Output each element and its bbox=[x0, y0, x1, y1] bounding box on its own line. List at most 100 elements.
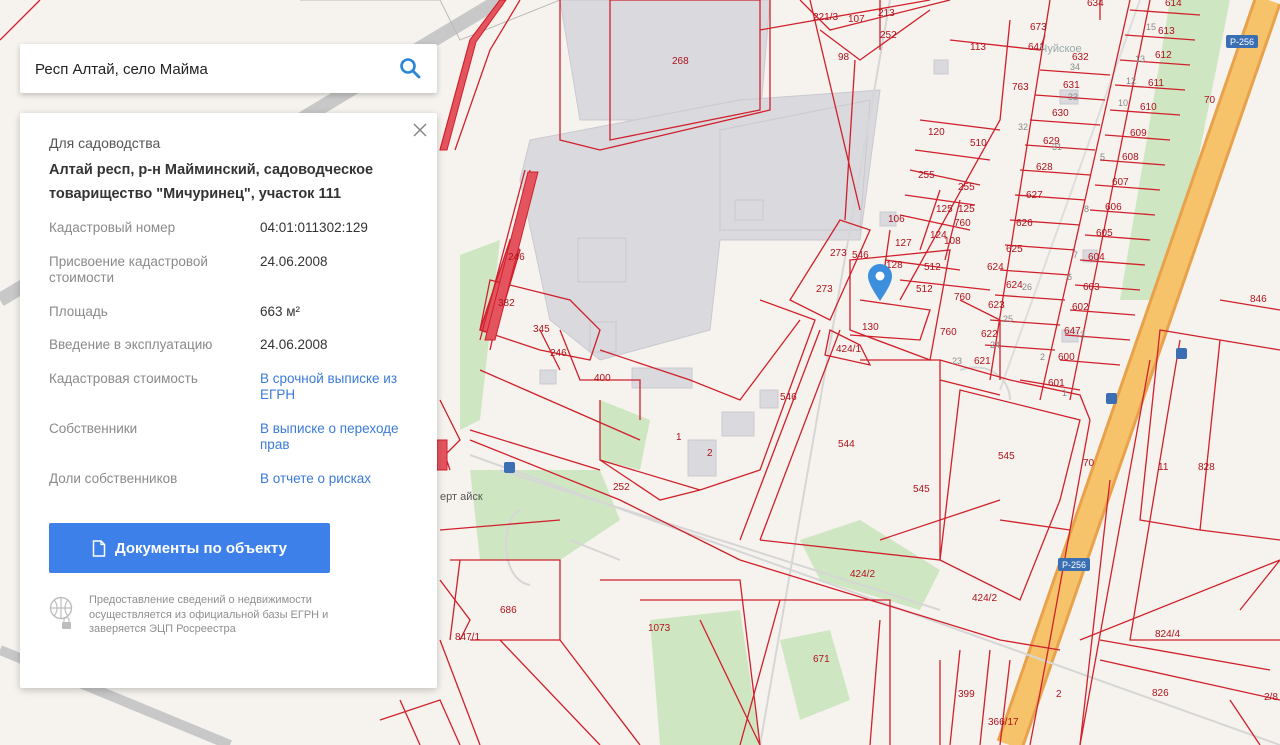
svg-text:6: 6 bbox=[1067, 272, 1072, 282]
svg-text:125: 125 bbox=[936, 204, 953, 215]
svg-text:631: 631 bbox=[1063, 80, 1080, 91]
svg-text:399: 399 bbox=[958, 689, 975, 700]
bus-stop-icon[interactable] bbox=[504, 462, 515, 473]
svg-text:33: 33 bbox=[1068, 92, 1078, 102]
svg-text:622: 622 bbox=[981, 329, 998, 340]
svg-text:107: 107 bbox=[848, 14, 865, 25]
svg-text:345: 345 bbox=[533, 324, 550, 335]
svg-text:760: 760 bbox=[954, 292, 971, 303]
svg-text:760: 760 bbox=[954, 218, 971, 229]
svg-text:610: 610 bbox=[1140, 102, 1157, 113]
info-value: 04:01:011302:129 bbox=[260, 220, 368, 235]
svg-text:612: 612 bbox=[1155, 50, 1172, 61]
svg-text:221/3: 221/3 bbox=[813, 12, 838, 23]
svg-text:424/2: 424/2 bbox=[972, 593, 997, 604]
svg-text:624: 624 bbox=[1006, 280, 1023, 291]
svg-text:98: 98 bbox=[838, 52, 850, 63]
svg-text:32: 32 bbox=[1018, 122, 1028, 132]
svg-text:628: 628 bbox=[1036, 162, 1053, 173]
svg-text:24: 24 bbox=[990, 340, 1000, 350]
svg-text:34: 34 bbox=[1070, 62, 1080, 72]
svg-text:23: 23 bbox=[952, 356, 962, 366]
svg-text:512: 512 bbox=[924, 262, 941, 273]
documents-button[interactable]: Документы по объекту bbox=[49, 523, 330, 573]
svg-text:2: 2 bbox=[1056, 689, 1062, 700]
parcel-type: Для садоводства bbox=[49, 135, 161, 151]
document-icon bbox=[92, 539, 106, 557]
svg-text:763: 763 bbox=[1012, 82, 1029, 93]
svg-text:608: 608 bbox=[1122, 152, 1139, 163]
svg-text:255: 255 bbox=[918, 170, 935, 181]
info-value: 24.06.2008 bbox=[260, 337, 328, 352]
svg-text:613: 613 bbox=[1158, 26, 1175, 37]
stop-label: ерт айск bbox=[440, 491, 483, 503]
info-value: 24.06.2008 bbox=[260, 254, 328, 269]
svg-text:1: 1 bbox=[1062, 388, 1067, 398]
svg-text:13: 13 bbox=[1135, 54, 1145, 64]
info-label: Присвоение кадастровой стоимости bbox=[49, 254, 208, 285]
svg-text:246: 246 bbox=[550, 348, 567, 359]
svg-text:826: 826 bbox=[1152, 688, 1169, 699]
svg-text:7: 7 bbox=[1073, 250, 1078, 260]
search-bar[interactable] bbox=[20, 44, 437, 95]
svg-text:627: 627 bbox=[1026, 190, 1043, 201]
svg-text:630: 630 bbox=[1052, 108, 1069, 119]
owners-link[interactable]: В выписке о переходе прав bbox=[260, 421, 430, 453]
owner-shares-link[interactable]: В отчете о рисках bbox=[260, 471, 430, 487]
svg-text:545: 545 bbox=[998, 451, 1015, 462]
info-label: Площадь bbox=[49, 304, 108, 319]
svg-text:424/1: 424/1 bbox=[836, 344, 861, 355]
svg-text:120: 120 bbox=[928, 127, 945, 138]
parcel-info-card: Для садоводства Алтай респ, р-н Майминск… bbox=[20, 113, 437, 688]
svg-text:10: 10 bbox=[1118, 98, 1128, 108]
info-label: Собственники bbox=[49, 421, 138, 436]
svg-text:671: 671 bbox=[813, 654, 830, 665]
svg-text:760: 760 bbox=[940, 327, 957, 338]
certificate-icon bbox=[49, 596, 73, 629]
svg-text:268: 268 bbox=[672, 56, 689, 67]
road-badge: Р-256 bbox=[1226, 35, 1258, 48]
info-label: Введение в эксплуатацию bbox=[49, 337, 213, 352]
svg-text:113: 113 bbox=[970, 42, 986, 53]
svg-text:252: 252 bbox=[613, 482, 630, 493]
svg-text:273: 273 bbox=[816, 284, 833, 295]
svg-text:626: 626 bbox=[1016, 218, 1033, 229]
svg-text:106: 106 bbox=[888, 214, 905, 225]
footer-text: Предоставление сведений о недвижимости о… bbox=[89, 594, 329, 635]
svg-text:26: 26 bbox=[1022, 282, 1032, 292]
svg-text:1: 1 bbox=[676, 432, 682, 443]
search-icon[interactable] bbox=[399, 57, 421, 79]
svg-text:Р-256: Р-256 bbox=[1062, 560, 1086, 570]
svg-text:252: 252 bbox=[880, 30, 897, 41]
info-value: 663 м² bbox=[260, 304, 301, 319]
svg-text:11: 11 bbox=[1158, 462, 1169, 473]
parcel-address: Алтай респ, р-н Майминский, садоводческо… bbox=[49, 162, 374, 202]
svg-text:213: 213 bbox=[878, 8, 895, 19]
svg-text:70: 70 bbox=[1083, 458, 1095, 469]
svg-text:15: 15 bbox=[1146, 22, 1156, 32]
svg-text:634: 634 bbox=[1087, 0, 1104, 9]
svg-text:602: 602 bbox=[1072, 302, 1089, 313]
road-badge: Р-256 bbox=[1058, 558, 1090, 571]
search-input[interactable] bbox=[33, 44, 397, 95]
svg-text:125: 125 bbox=[958, 204, 975, 215]
svg-text:246: 246 bbox=[508, 252, 525, 263]
svg-text:5: 5 bbox=[1100, 152, 1105, 162]
bus-stop-icon[interactable] bbox=[1176, 348, 1187, 359]
svg-text:621: 621 bbox=[974, 356, 991, 367]
svg-text:828: 828 bbox=[1198, 462, 1215, 473]
svg-text:605: 605 bbox=[1096, 228, 1113, 239]
svg-text:424/2: 424/2 bbox=[850, 569, 875, 580]
svg-text:624: 624 bbox=[987, 262, 1004, 273]
bus-stop-icon[interactable] bbox=[1106, 393, 1117, 404]
svg-text:382: 382 bbox=[498, 298, 515, 309]
svg-text:606: 606 bbox=[1105, 202, 1122, 213]
info-label: Кадастровый номер bbox=[49, 220, 176, 235]
svg-text:647: 647 bbox=[1064, 326, 1081, 337]
svg-text:1073: 1073 bbox=[648, 623, 671, 634]
info-label: Кадастровая стоимость bbox=[49, 371, 198, 386]
close-icon[interactable] bbox=[411, 121, 429, 139]
svg-text:625: 625 bbox=[1006, 244, 1023, 255]
svg-text:824/4: 824/4 bbox=[1155, 629, 1180, 640]
cadastral-value-link[interactable]: В срочной выписке из ЕГРН bbox=[260, 371, 430, 403]
